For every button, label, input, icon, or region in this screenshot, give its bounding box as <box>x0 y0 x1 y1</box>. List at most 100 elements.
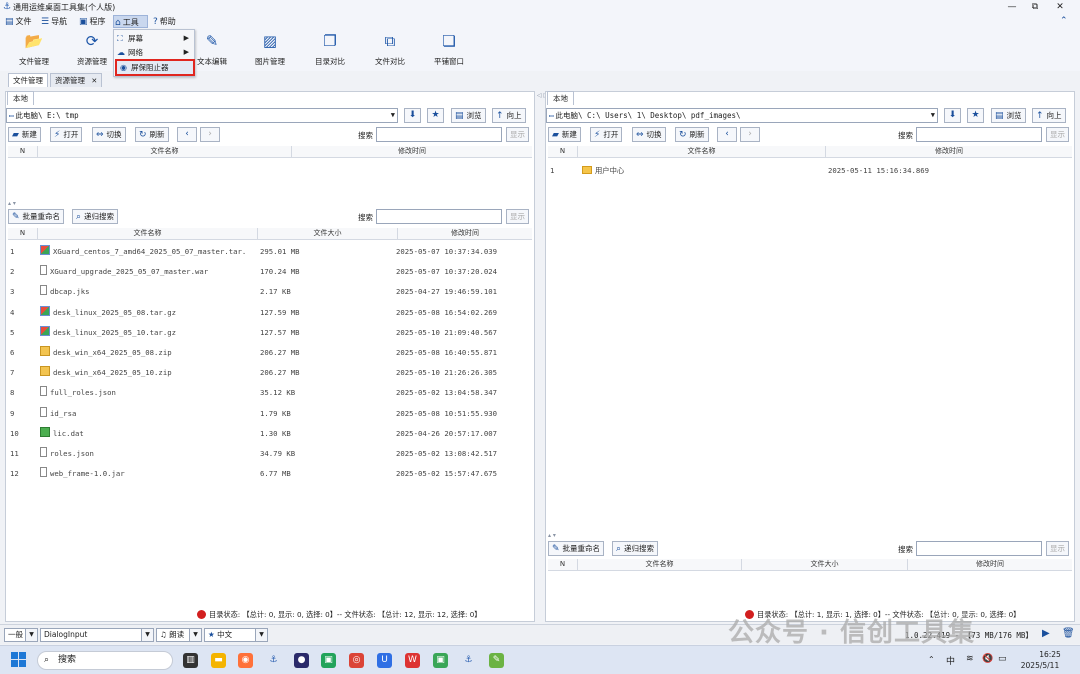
file-explorer-icon[interactable]: ▬ <box>211 653 226 668</box>
right-path-input[interactable]: ▭ 此电脑\ C:\ Users\ 1\ Desktop\ pdf_images\… <box>546 108 938 123</box>
volume-icon[interactable]: 🔇 <box>982 654 993 664</box>
table-row[interactable]: 7 desk_win_x64_2025_05_10.zip 206.27 MB 202… <box>8 363 532 383</box>
table-row[interactable]: 1 XGuard_centos_7_amd64_2025_05_07_master… <box>8 242 532 262</box>
wps-icon[interactable]: W <box>405 653 420 668</box>
col-mtime[interactable]: 修改时间 <box>826 146 1072 158</box>
new-button[interactable]: ▰ 新建 <box>8 127 41 142</box>
firefox-icon[interactable]: ◉ <box>238 653 253 668</box>
dir-search-input[interactable] <box>916 127 1042 142</box>
file-show-button[interactable]: 显示 <box>506 209 529 224</box>
col-name[interactable]: 文件名称 <box>578 146 826 158</box>
menu-file[interactable]: ▤ 文件 <box>4 15 36 28</box>
taskbar-search[interactable]: ⌕ 搜索 <box>37 651 173 670</box>
ime-indicator[interactable]: 中 <box>946 654 955 667</box>
download-button[interactable]: ⬇ <box>404 108 421 123</box>
splitter-handle[interactable]: ▴ ▾ <box>548 532 556 539</box>
col-mtime[interactable]: 修改时间 <box>398 228 532 240</box>
app-anchor-icon[interactable]: ⚓ <box>266 653 281 668</box>
app-green-icon[interactable]: ▣ <box>321 653 336 668</box>
table-row[interactable]: 8 full_roles.json 35.12 KB 2025-05-02 13:04… <box>8 383 532 403</box>
recursive-search-button[interactable]: ⌕ 递归搜索 <box>72 209 119 224</box>
col-name[interactable]: 文件名称 <box>38 228 258 240</box>
dir-search-input[interactable] <box>376 127 502 142</box>
batch-rename-button[interactable]: ✎ 批量重命名 <box>548 541 605 556</box>
chevron-down-icon[interactable]: ▼ <box>931 109 935 122</box>
wifi-icon[interactable]: ≋ <box>966 654 974 664</box>
refresh-button[interactable]: ↻ 刷新 <box>135 127 169 142</box>
table-row[interactable]: 2 XGuard_upgrade_2025_05_07_master.war 170… <box>8 262 532 282</box>
col-n[interactable]: N <box>8 228 38 240</box>
browse-button[interactable]: ▤ 浏览 <box>991 108 1026 123</box>
file-search-input[interactable] <box>916 541 1042 556</box>
table-row[interactable]: 12 web_frame-1.0.jar 6.77 MB 2025-05-02 15:… <box>8 464 532 484</box>
task-view-icon[interactable]: ▥ <box>183 653 198 668</box>
up-button[interactable]: ↑ 向上 <box>492 108 526 123</box>
menu-program[interactable]: ▣ 程序 <box>78 15 112 28</box>
show-button[interactable]: 显示 <box>1046 127 1069 142</box>
col-mtime[interactable]: 修改时间 <box>292 146 532 158</box>
col-n[interactable]: N <box>548 559 578 571</box>
col-n[interactable]: N <box>8 146 38 158</box>
menu-nav[interactable]: ☰ 导航 <box>40 15 74 28</box>
left-path-input[interactable]: ▭ 此电脑\ E:\ tmp ▼ <box>6 108 398 123</box>
table-row[interactable]: 3 dbcap.jks 2.17 KB 2025-04-27 19:46:59.101 <box>8 282 532 302</box>
download-button[interactable]: ⬇ <box>944 108 961 123</box>
file-show-button[interactable]: 显示 <box>1046 541 1069 556</box>
new-button[interactable]: ▰ 新建 <box>548 127 581 142</box>
open-button[interactable]: ⚡ 打开 <box>590 127 623 142</box>
table-row[interactable]: 1 用户中心 2025-05-11 15:16:34.869 <box>548 161 1072 181</box>
menu-item-screensaver-blocker[interactable]: ◉ 屏保阻止器 <box>115 59 195 76</box>
switch-button[interactable]: ⇔ 切换 <box>632 127 666 142</box>
refresh-button[interactable]: ↻ 刷新 <box>675 127 709 142</box>
open-button[interactable]: ⚡ 打开 <box>50 127 83 142</box>
table-row[interactable]: 10 lic.dat 1.30 KB 2025-04-26 20:57:17.007 <box>8 424 532 444</box>
tool-image-manager[interactable]: ▨ 图片管理 <box>240 31 300 67</box>
chevron-down-icon[interactable]: ▼ <box>391 109 395 122</box>
close-button[interactable]: ✕ <box>1050 1 1070 13</box>
language-select[interactable]: ★ 中文 ▼ <box>204 628 268 642</box>
menu-help[interactable]: ? 帮助 <box>152 15 186 28</box>
theme-select[interactable]: ♫ 朗读 ▼ <box>156 628 202 642</box>
menu-tools[interactable]: ⌂ 工具 <box>113 15 148 28</box>
col-name[interactable]: 文件名称 <box>38 146 292 158</box>
app-window-icon[interactable]: ▣ <box>433 653 448 668</box>
col-n[interactable]: N <box>548 146 578 158</box>
favorite-button[interactable]: ★ <box>427 108 444 123</box>
clock-time[interactable]: 16:25 <box>1034 650 1066 659</box>
file-search-input[interactable] <box>376 209 502 224</box>
recursive-search-button[interactable]: ⌕ 递归搜索 <box>612 541 659 556</box>
tab-resource-manager[interactable]: 资源管理 ✕ <box>50 73 103 87</box>
splitter-handle[interactable]: ▴ ▾ <box>8 200 16 207</box>
table-row[interactable]: 9 id_rsa 1.79 KB 2025-05-08 10:51:55.930 <box>8 404 532 424</box>
clock-date[interactable]: 2025/5/11 <box>1016 661 1064 670</box>
minimize-button[interactable]: — <box>1002 1 1022 13</box>
table-row[interactable]: 6 desk_win_x64_2025_05_08.zip 206.27 MB 202… <box>8 343 532 363</box>
close-tab-icon[interactable]: ✕ <box>91 77 97 85</box>
collapse-ribbon-icon[interactable]: ⌃ <box>1060 16 1068 26</box>
back-button[interactable]: ‹ <box>177 127 197 142</box>
tool-dir-compare[interactable]: ❐ 目录对比 <box>300 31 360 67</box>
forward-button[interactable]: › <box>200 127 220 142</box>
col-mtime[interactable]: 修改时间 <box>908 559 1072 571</box>
col-name[interactable]: 文件名称 <box>578 559 742 571</box>
tool-file-manager[interactable]: 📂 文件管理 <box>4 31 64 67</box>
table-row[interactable]: 4 desk_linux_2025_05_08.tar.gz 127.59 MB 20… <box>8 303 532 323</box>
table-row[interactable]: 11 roles.json 34.79 KB 2025-05-02 13:08:42.… <box>8 444 532 464</box>
level-select[interactable]: 一般 ▼ <box>4 628 38 642</box>
windows-start-icon[interactable] <box>11 652 26 667</box>
tool-tile-window[interactable]: ❏ 平铺窗口 <box>419 31 479 67</box>
app-blue-icon[interactable]: U <box>377 653 392 668</box>
up-button[interactable]: ↑ 向上 <box>1032 108 1066 123</box>
browse-button[interactable]: ▤ 浏览 <box>451 108 486 123</box>
batch-rename-button[interactable]: ✎ 批量重命名 <box>8 209 65 224</box>
show-button[interactable]: 显示 <box>506 127 529 142</box>
maximize-button[interactable]: ⧉ <box>1025 1 1045 13</box>
right-subtab-local[interactable]: 本地 <box>547 91 574 105</box>
tool-file-compare[interactable]: ⧉ 文件对比 <box>360 31 420 67</box>
tray-chevron-up-icon[interactable]: ⌃ <box>928 655 935 664</box>
tab-file-manager[interactable]: 文件管理 <box>8 73 48 87</box>
play-icon[interactable]: ▶ <box>1042 628 1050 639</box>
col-size[interactable]: 文件大小 <box>258 228 398 240</box>
app-anchor-icon-2[interactable]: ⚓ <box>461 653 476 668</box>
favorite-button[interactable]: ★ <box>967 108 984 123</box>
